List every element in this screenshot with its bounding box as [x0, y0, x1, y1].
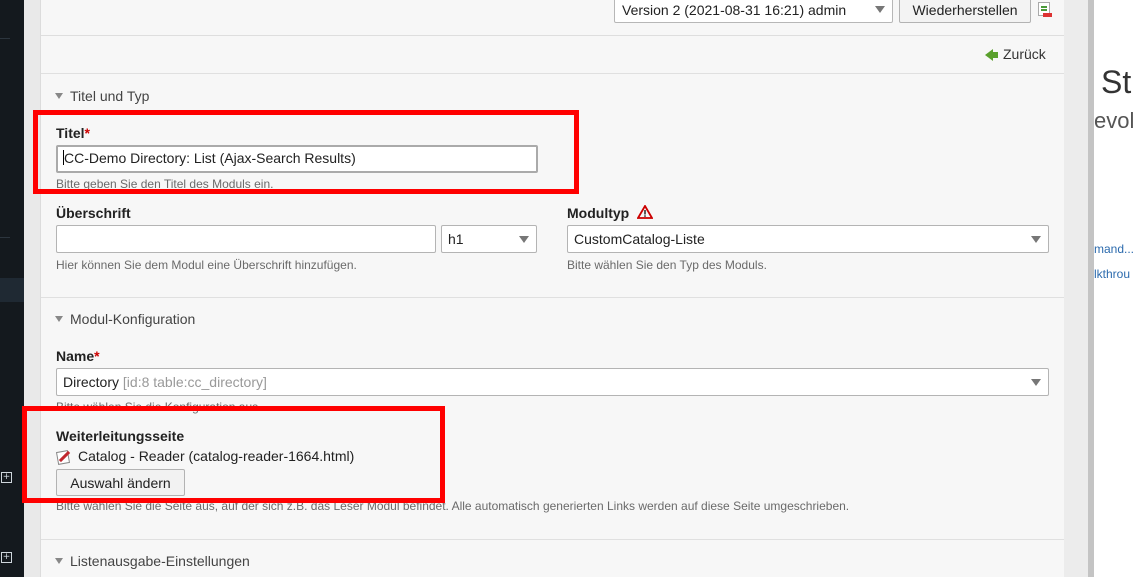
preview-link[interactable]: mand... — [1094, 242, 1134, 256]
headline-unit-value: h1 — [448, 231, 464, 247]
headline-label: Überschrift — [56, 205, 131, 221]
name-select-value: Directory — [63, 374, 120, 390]
legend-list-settings[interactable]: Listenausgabe-Einstellungen — [55, 553, 250, 569]
expand-tree-icon[interactable]: + — [1, 552, 12, 563]
title-label-text: Titel — [56, 125, 85, 141]
back-arrow-icon — [985, 49, 998, 62]
preview-link[interactable]: lkthrou — [1094, 267, 1130, 281]
name-help: Bitte wählen Sie die Konfiguration aus. — [56, 400, 262, 414]
chevron-down-icon — [875, 6, 885, 13]
chevron-down-icon — [519, 236, 529, 243]
module-type-help: Bitte wählen Sie den Typ des Moduls. — [567, 258, 767, 272]
panel-gutter — [1064, 0, 1089, 577]
headline-unit-select[interactable]: h1 — [441, 225, 537, 253]
nav-divider — [0, 38, 10, 39]
name-label: Name* — [56, 348, 100, 364]
title-label: Titel* — [56, 125, 90, 141]
module-edit-panel: Version 2 (2021-08-31 16:21) admin Wiede… — [40, 0, 1065, 577]
back-label: Zurück — [1003, 46, 1046, 62]
title-help: Bitte geben Sie den Titel des Moduls ein… — [56, 177, 274, 191]
chevron-down-icon — [1031, 236, 1041, 243]
redirect-page-text: Catalog - Reader (catalog-reader-1664.ht… — [78, 448, 355, 464]
change-selection-button[interactable]: Auswahl ändern — [56, 469, 185, 496]
name-select[interactable]: Directory [id:8 table:cc_directory] — [56, 368, 1049, 396]
required-marker: * — [94, 348, 100, 364]
legend-label: Listenausgabe-Einstellungen — [70, 553, 250, 569]
version-select-value: Version 2 (2021-08-31 16:21) admin — [622, 2, 847, 18]
toolbar-divider — [41, 35, 1064, 36]
title-input-value: CC-Demo Directory: List (Ajax-Search Res… — [64, 150, 356, 166]
preview-subheading: evolv — [1094, 108, 1134, 133]
section-divider — [41, 539, 1064, 540]
redirect-page: Catalog - Reader (catalog-reader-1664.ht… — [56, 448, 354, 464]
background-page-preview: St evolv mand... lkthrou — [1094, 0, 1134, 577]
module-type-label: Modultyp — [567, 205, 630, 221]
headline-help: Hier können Sie dem Modul eine Überschri… — [56, 258, 357, 272]
headline-input[interactable] — [56, 225, 436, 253]
legend-title-type[interactable]: Titel und Typ — [55, 88, 149, 104]
redirect-help: Bitte wählen Sie die Seite aus, auf der … — [56, 499, 850, 513]
section-divider — [41, 297, 1064, 298]
triangle-down-icon — [55, 558, 63, 565]
panel-gutter — [24, 0, 40, 577]
redirect-label: Weiterleitungsseite — [56, 428, 185, 444]
left-navigation-strip: + + — [0, 0, 24, 577]
page-link-icon — [56, 449, 70, 463]
module-type-select[interactable]: CustomCatalog-Liste — [567, 225, 1049, 253]
legend-module-config[interactable]: Modul-Konfiguration — [55, 311, 195, 327]
module-type-value: CustomCatalog-Liste — [574, 231, 705, 247]
preview-heading: St — [1101, 64, 1132, 100]
triangle-down-icon — [55, 316, 63, 323]
title-input[interactable]: CC-Demo Directory: List (Ajax-Search Res… — [56, 145, 538, 173]
version-select[interactable]: Version 2 (2021-08-31 16:21) admin — [614, 0, 893, 23]
back-link[interactable]: Zurück — [985, 46, 1046, 62]
expand-tree-icon[interactable]: + — [1, 472, 12, 483]
restore-button[interactable]: Wiederherstellen — [899, 0, 1031, 23]
triangle-down-icon — [55, 93, 63, 100]
nav-active-item[interactable] — [0, 278, 24, 302]
required-marker: * — [84, 125, 90, 141]
name-label-text: Name — [56, 348, 95, 364]
legend-label: Modul-Konfiguration — [70, 311, 196, 327]
section-divider — [41, 73, 1064, 74]
nav-divider — [0, 237, 10, 238]
warning-icon — [637, 205, 653, 219]
name-select-meta: [id:8 table:cc_directory] — [122, 374, 267, 390]
legend-label: Titel und Typ — [70, 88, 150, 104]
chevron-down-icon — [1031, 379, 1041, 386]
diff-icon[interactable] — [1038, 2, 1052, 17]
